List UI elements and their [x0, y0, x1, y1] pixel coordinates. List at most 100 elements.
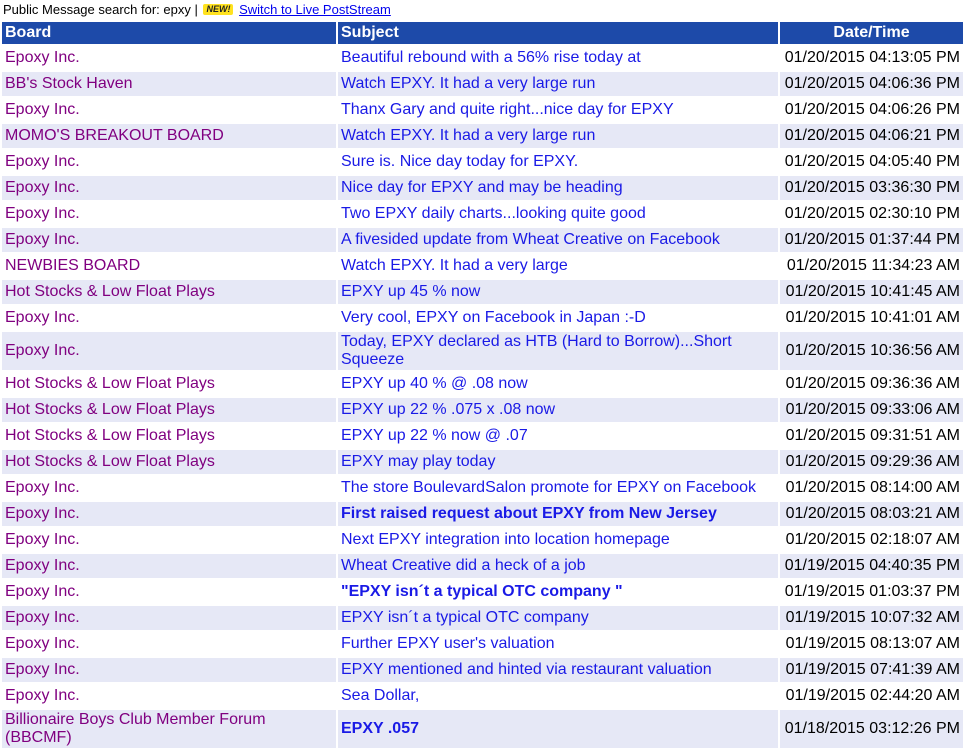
table-row: Epoxy Inc. First raised request about EPX… [2, 502, 963, 526]
subject-link[interactable]: Wheat Creative did a heck of a job [338, 554, 778, 578]
subject-link[interactable]: Two EPXY daily charts...looking quite go… [338, 202, 778, 226]
subject-link[interactable]: Watch EPXY. It had a very large run [338, 124, 778, 148]
subject-link[interactable]: EPXY up 22 % .075 x .08 now [338, 398, 778, 422]
table-row: NEWBIES BOARD Watch EPXY. It had a very l… [2, 254, 963, 278]
message-results-table: Board Subject Date/Time Epoxy Inc. Beauti… [0, 20, 964, 750]
subject-link[interactable]: Sure is. Nice day today for EPXY. [338, 150, 778, 174]
table-row: Epoxy Inc. Sure is. Nice day today for EP… [2, 150, 963, 174]
post-datetime: 01/20/2015 09:29:36 AM [780, 450, 963, 474]
table-row: Epoxy Inc. Today, EPXY declared as HTB (H… [2, 332, 963, 370]
table-row: Hot Stocks & Low Float Plays EPXY up 22 %… [2, 424, 963, 448]
post-datetime: 01/20/2015 09:31:51 AM [780, 424, 963, 448]
subject-link[interactable]: Further EPXY user's valuation [338, 632, 778, 656]
post-datetime: 01/20/2015 09:36:36 AM [780, 372, 963, 396]
subject-link[interactable]: Thanx Gary and quite right...nice day fo… [338, 98, 778, 122]
board-link[interactable]: Epoxy Inc. [2, 658, 336, 682]
post-datetime: 01/20/2015 04:06:21 PM [780, 124, 963, 148]
table-row: Epoxy Inc. Next EPXY integration into loc… [2, 528, 963, 552]
subject-link[interactable]: Watch EPXY. It had a very large [338, 254, 778, 278]
board-link[interactable]: Epoxy Inc. [2, 606, 336, 630]
table-row: Hot Stocks & Low Float Plays EPXY up 45 %… [2, 280, 963, 304]
board-link[interactable]: Hot Stocks & Low Float Plays [2, 398, 336, 422]
board-link[interactable]: Hot Stocks & Low Float Plays [2, 280, 336, 304]
subject-link[interactable]: Very cool, EPXY on Facebook in Japan :-D [338, 306, 778, 330]
table-row: Epoxy Inc. EPXY isn´t a typical OTC compa… [2, 606, 963, 630]
subject-link[interactable]: Watch EPXY. It had a very large run [338, 72, 778, 96]
post-datetime: 01/19/2015 08:13:07 AM [780, 632, 963, 656]
board-link[interactable]: NEWBIES BOARD [2, 254, 336, 278]
board-link[interactable]: Hot Stocks & Low Float Plays [2, 450, 336, 474]
live-poststream-link[interactable]: Switch to Live PostStream [239, 2, 391, 17]
subject-link[interactable]: EPXY up 45 % now [338, 280, 778, 304]
subject-link[interactable]: Today, EPXY declared as HTB (Hard to Bor… [338, 332, 778, 370]
subject-link[interactable]: First raised request about EPXY from New… [338, 502, 778, 526]
board-link[interactable]: Epoxy Inc. [2, 528, 336, 552]
board-link[interactable]: Epoxy Inc. [2, 202, 336, 226]
board-link[interactable]: Epoxy Inc. [2, 554, 336, 578]
board-link[interactable]: Epoxy Inc. [2, 476, 336, 500]
post-datetime: 01/20/2015 04:13:05 PM [780, 46, 963, 70]
subject-link[interactable]: Sea Dollar, [338, 684, 778, 708]
subject-link[interactable]: EPXY mentioned and hinted via restaurant… [338, 658, 778, 682]
table-row: Epoxy Inc. Wheat Creative did a heck of a… [2, 554, 963, 578]
post-datetime: 01/20/2015 09:33:06 AM [780, 398, 963, 422]
subject-link[interactable]: EPXY may play today [338, 450, 778, 474]
subject-link[interactable]: EPXY up 40 % @ .08 now [338, 372, 778, 396]
post-datetime: 01/18/2015 03:12:26 PM [780, 710, 963, 748]
board-link[interactable]: Epoxy Inc. [2, 176, 336, 200]
table-row: Epoxy Inc. The store BoulevardSalon promo… [2, 476, 963, 500]
board-link[interactable]: Billionaire Boys Club Member Forum (BBCM… [2, 710, 336, 748]
board-link[interactable]: Epoxy Inc. [2, 502, 336, 526]
post-datetime: 01/20/2015 03:36:30 PM [780, 176, 963, 200]
board-link[interactable]: Epoxy Inc. [2, 632, 336, 656]
post-datetime: 01/20/2015 08:03:21 AM [780, 502, 963, 526]
subject-link[interactable]: Next EPXY integration into location home… [338, 528, 778, 552]
new-badge-icon: NEW! [203, 4, 234, 15]
column-header-board: Board [2, 22, 336, 44]
board-link[interactable]: Hot Stocks & Low Float Plays [2, 424, 336, 448]
subject-link[interactable]: The store BoulevardSalon promote for EPX… [338, 476, 778, 500]
table-row: Billionaire Boys Club Member Forum (BBCM… [2, 710, 963, 748]
board-link[interactable]: Epoxy Inc. [2, 98, 336, 122]
subject-link[interactable]: EPXY .057 [338, 710, 778, 748]
table-row: Epoxy Inc. Further EPXY user's valuation 0… [2, 632, 963, 656]
subject-link[interactable]: Beautiful rebound with a 56% rise today … [338, 46, 778, 70]
subject-link[interactable]: A fivesided update from Wheat Creative o… [338, 228, 778, 252]
table-row: Hot Stocks & Low Float Plays EPXY up 40 %… [2, 372, 963, 396]
post-datetime: 01/20/2015 02:30:10 PM [780, 202, 963, 226]
subject-link[interactable]: "EPXY isn´t a typical OTC company " [338, 580, 778, 604]
board-link[interactable]: Epoxy Inc. [2, 684, 336, 708]
post-datetime: 01/20/2015 02:18:07 AM [780, 528, 963, 552]
board-link[interactable]: Epoxy Inc. [2, 580, 336, 604]
table-row: Epoxy Inc. "EPXY isn´t a typical OTC comp… [2, 580, 963, 604]
post-datetime: 01/19/2015 01:03:37 PM [780, 580, 963, 604]
subject-link[interactable]: EPXY up 22 % now @ .07 [338, 424, 778, 448]
board-link[interactable]: Epoxy Inc. [2, 332, 336, 370]
search-query-label: Public Message search for: epxy | [3, 2, 198, 17]
post-datetime: 01/20/2015 11:34:23 AM [780, 254, 963, 278]
table-row: Epoxy Inc. EPXY mentioned and hinted via … [2, 658, 963, 682]
board-link[interactable]: Epoxy Inc. [2, 46, 336, 70]
subject-link[interactable]: EPXY isn´t a typical OTC company [338, 606, 778, 630]
table-row: Epoxy Inc. Nice day for EPXY and may be h… [2, 176, 963, 200]
table-row: Epoxy Inc. Thanx Gary and quite right...n… [2, 98, 963, 122]
post-datetime: 01/20/2015 04:05:40 PM [780, 150, 963, 174]
post-datetime: 01/19/2015 02:44:20 AM [780, 684, 963, 708]
board-link[interactable]: Epoxy Inc. [2, 306, 336, 330]
board-link[interactable]: Epoxy Inc. [2, 228, 336, 252]
table-row: Epoxy Inc. A fivesided update from Wheat … [2, 228, 963, 252]
search-summary-bar: Public Message search for: epxy | NEW! S… [0, 0, 964, 20]
column-header-date: Date/Time [780, 22, 963, 44]
post-datetime: 01/20/2015 10:36:56 AM [780, 332, 963, 370]
subject-link[interactable]: Nice day for EPXY and may be heading [338, 176, 778, 200]
table-row: Epoxy Inc. Very cool, EPXY on Facebook in… [2, 306, 963, 330]
post-datetime: 01/20/2015 08:14:00 AM [780, 476, 963, 500]
board-link[interactable]: MOMO'S BREAKOUT BOARD [2, 124, 336, 148]
board-link[interactable]: Hot Stocks & Low Float Plays [2, 372, 336, 396]
board-link[interactable]: BB's Stock Haven [2, 72, 336, 96]
post-datetime: 01/20/2015 01:37:44 PM [780, 228, 963, 252]
board-link[interactable]: Epoxy Inc. [2, 150, 336, 174]
post-datetime: 01/20/2015 04:06:36 PM [780, 72, 963, 96]
post-datetime: 01/19/2015 04:40:35 PM [780, 554, 963, 578]
column-header-subject: Subject [338, 22, 778, 44]
